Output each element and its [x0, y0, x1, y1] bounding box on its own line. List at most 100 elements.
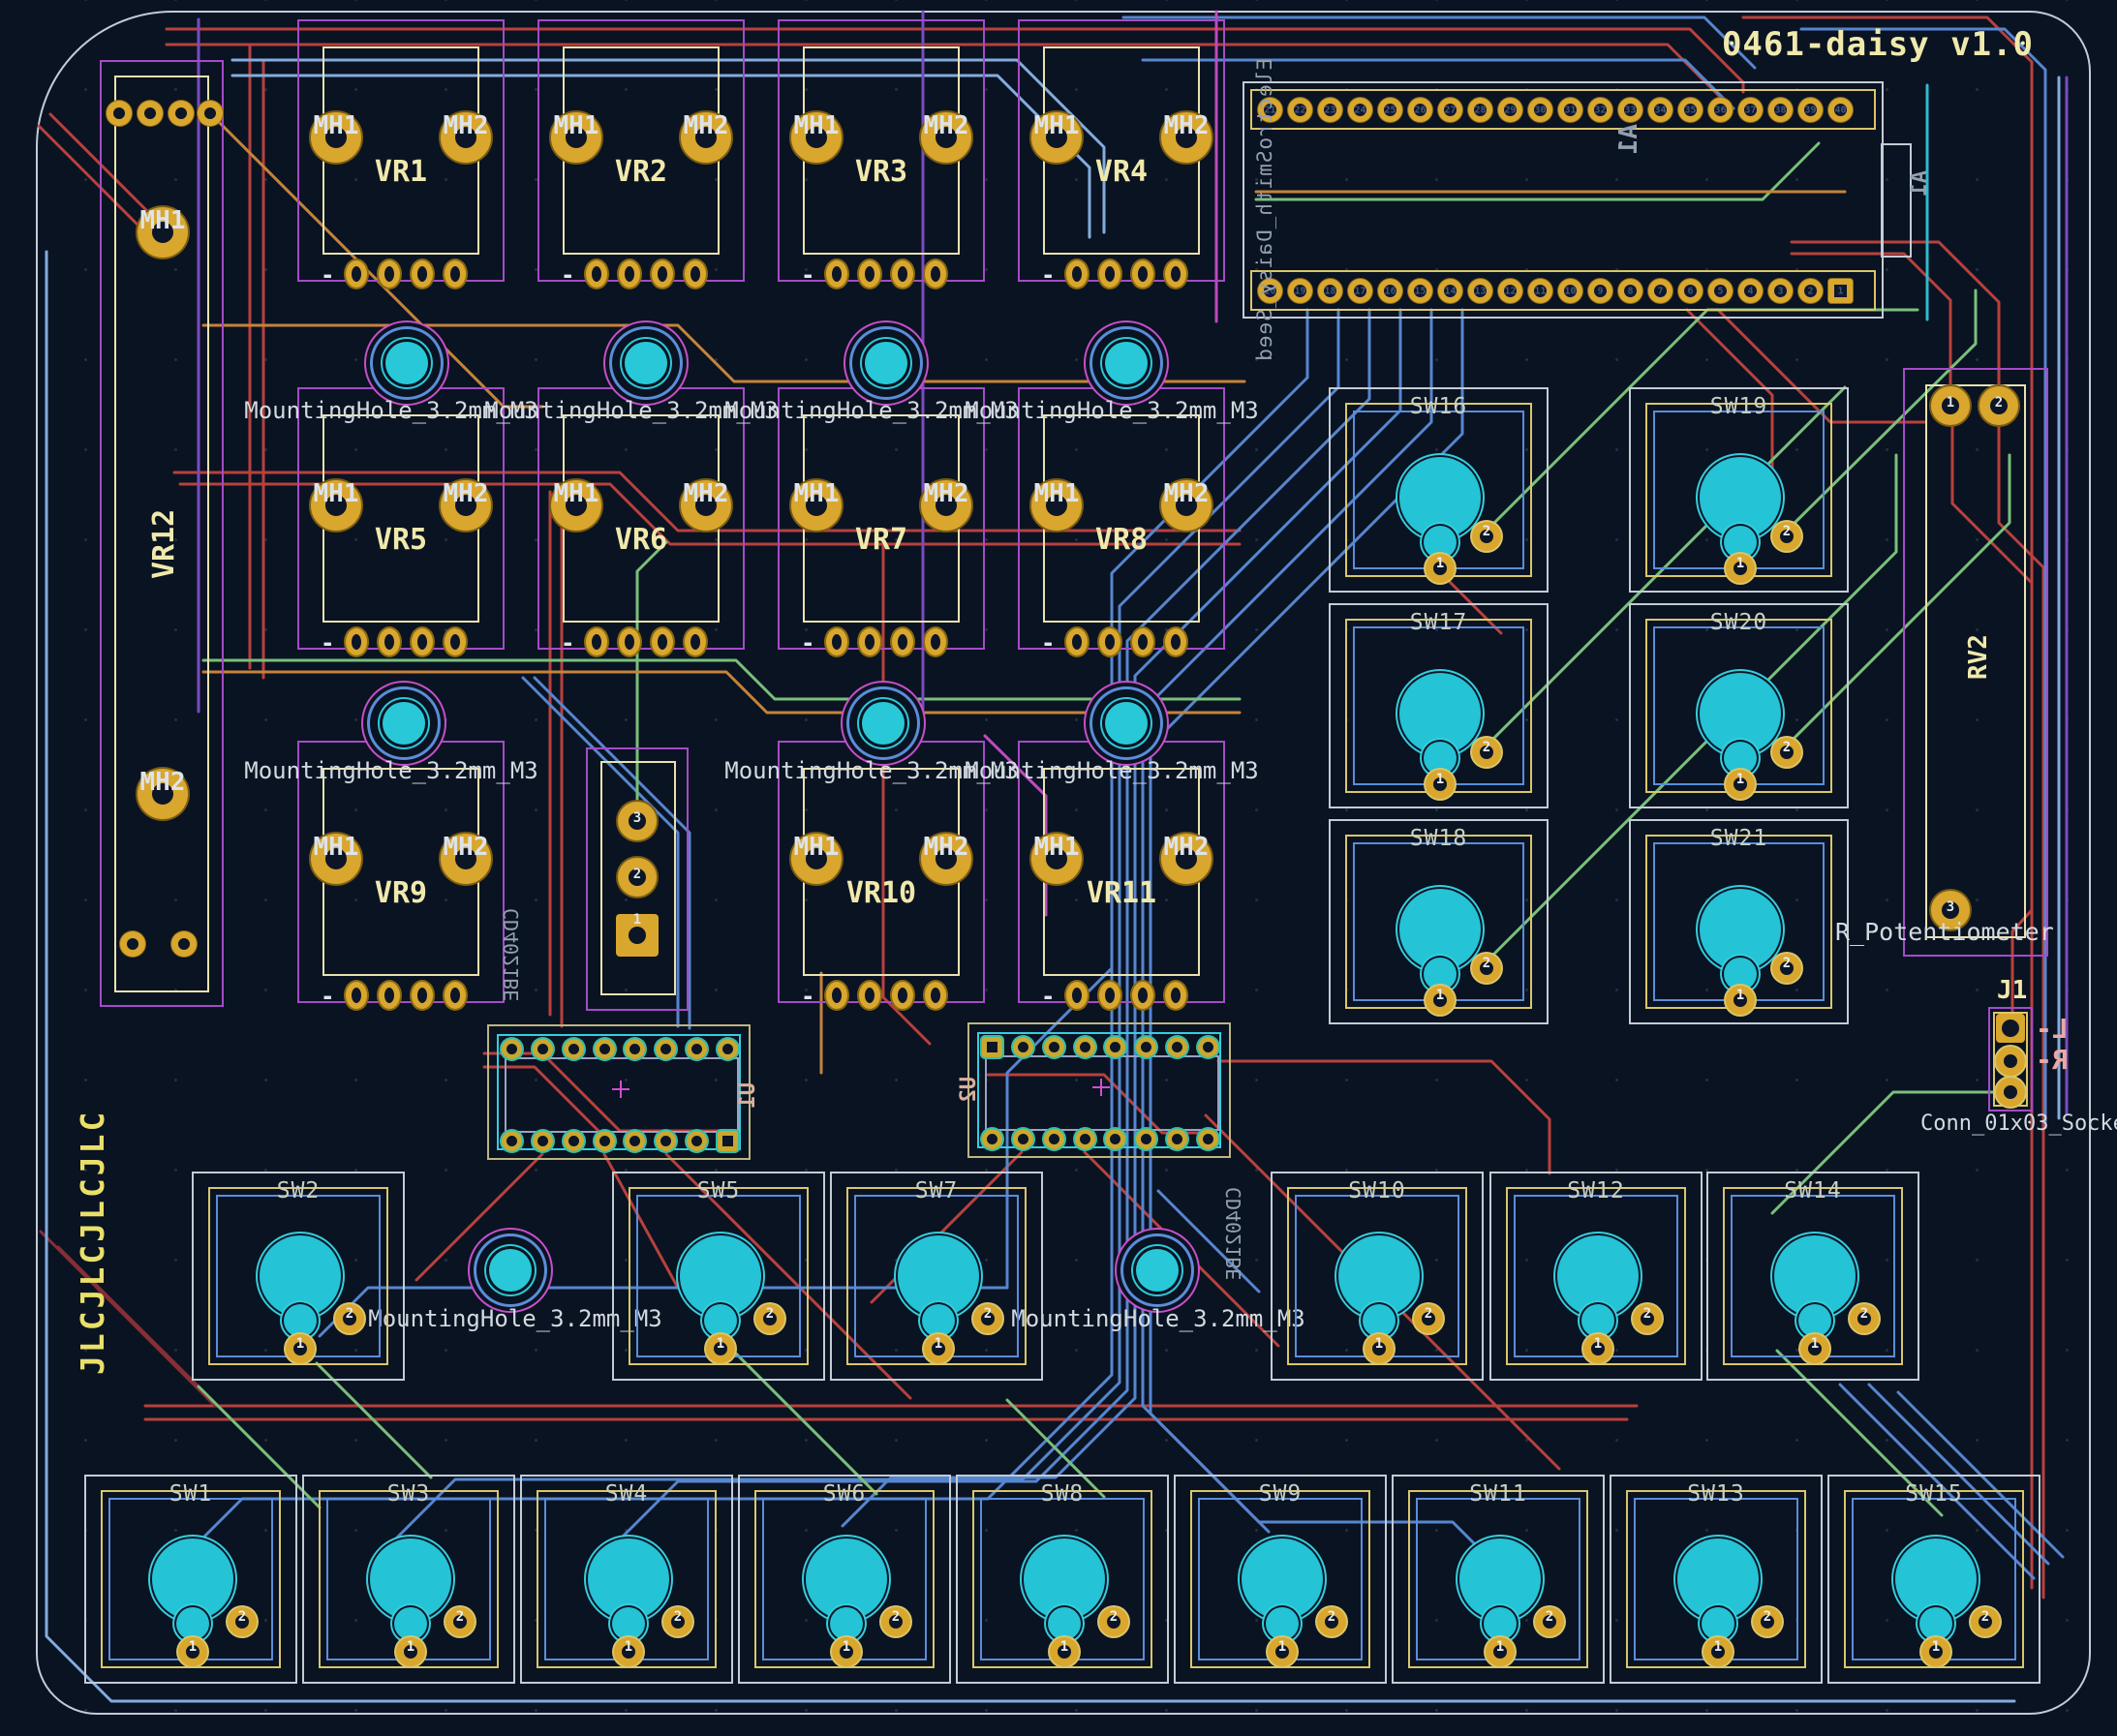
switch-sw4[interactable]: SW4 1 2 [520, 1475, 733, 1684]
pad-number: 12 [1504, 286, 1516, 296]
pin1-marker: - [561, 261, 574, 289]
pcb-canvas[interactable]: 0461-daisy v1.0 MH1 MH2 VR12 JLCJLCJLCJL… [0, 0, 2117, 1736]
switch-sw17[interactable]: SW17 1 2 [1329, 603, 1549, 808]
vr12-ref-label: VR12 [147, 509, 181, 579]
switch-sw18[interactable]: SW18 1 2 [1329, 819, 1549, 1024]
switch-pad-2: 2 [881, 1607, 910, 1636]
switch-sw2[interactable]: SW2 1 2 [192, 1172, 405, 1381]
mounting-hole [383, 702, 425, 745]
socket-pad: 19 [1288, 279, 1312, 303]
j1-r-label: R- [2036, 1044, 2069, 1076]
switch-plate-notch [1363, 1304, 1396, 1337]
daisy-seed-socket[interactable]: 21 22 23 24 25 26 27 28 29 30 31 32 33 3… [1243, 81, 1884, 319]
switch-pad-1: 1 [1426, 770, 1455, 799]
switch-pad-1: 1 [178, 1637, 207, 1666]
pad-number: 3 [633, 810, 641, 826]
switch-sw21[interactable]: SW21 1 2 [1629, 819, 1849, 1024]
switch-pad-1: 1 [1426, 554, 1455, 583]
page-title: 0461-daisy v1.0 [1714, 25, 2034, 64]
mounting-hole-label: MountingHole_3.2mm_M3 [908, 397, 1315, 424]
vr2-footprint[interactable]: MH1 MH2 VR2 - [563, 46, 720, 255]
pad-number: 32 [1594, 105, 1606, 115]
mh2-label: MH2 [444, 479, 489, 508]
switch-ref-label: SW7 [832, 1178, 1041, 1203]
u2-value-label: CD4021BE [1222, 1187, 1245, 1280]
switch-sw12[interactable]: SW12 1 2 [1489, 1172, 1703, 1381]
switch-sw16[interactable]: SW16 1 2 [1329, 387, 1549, 593]
pad-number: 1 [1436, 556, 1444, 571]
mh2-label: MH2 [684, 479, 729, 508]
socket-pad: 35 [1678, 98, 1703, 122]
vr-ref-label: VR8 [1045, 523, 1198, 557]
mh2-label: MH2 [444, 111, 489, 140]
vr12-mh1-label: MH1 [140, 206, 186, 235]
j1-ref-label: J1 [1997, 976, 2027, 1005]
pad-number: 1 [1811, 1336, 1819, 1352]
socket-pad: 3 [1768, 279, 1793, 303]
socket-pad: 39 [1798, 98, 1823, 122]
switch-sw8[interactable]: SW8 1 2 [956, 1475, 1169, 1684]
vr5-footprint[interactable]: MH1 MH2 VR5 - [322, 414, 479, 623]
switch-sw14[interactable]: SW14 1 2 [1706, 1172, 1919, 1381]
pad-number: 1 [1736, 772, 1744, 787]
switch-sw1[interactable]: SW1 1 2 [84, 1475, 297, 1684]
mh2-label: MH2 [924, 479, 969, 508]
switch-sw7[interactable]: SW7 1 2 [830, 1172, 1043, 1381]
vr6-footprint[interactable]: MH1 MH2 VR6 - [563, 414, 720, 623]
socket-pad: 4 [1738, 279, 1763, 303]
vr-pin-row [346, 628, 466, 655]
mh1-label: MH1 [554, 479, 599, 508]
pad-number: 2 [892, 1609, 900, 1625]
pad-number: 1 [717, 1336, 724, 1352]
switch-sw5[interactable]: SW5 1 2 [612, 1172, 825, 1381]
jack-pad-3: 3 [618, 802, 657, 840]
switch-sw19[interactable]: SW19 1 2 [1629, 387, 1849, 593]
switch-sw3[interactable]: SW3 1 2 [302, 1475, 515, 1684]
vr4-footprint[interactable]: MH1 MH2 VR4 - [1043, 46, 1200, 255]
vr10-footprint[interactable]: MH1 MH2 VR10 - [803, 768, 960, 976]
u2-ic-socket[interactable] [967, 1022, 1231, 1158]
vr1-footprint[interactable]: MH1 MH2 VR1 - [322, 46, 479, 255]
switch-sw6[interactable]: SW6 1 2 [738, 1475, 951, 1684]
pad-number: 2 [1546, 1609, 1553, 1625]
switch-sw15[interactable]: SW15 1 2 [1827, 1475, 2040, 1684]
switch-plate-notch [1919, 1607, 1952, 1640]
socket-ref-label: A1 [1614, 124, 1643, 154]
mh1-label: MH1 [314, 833, 359, 862]
switch-pad-1: 1 [286, 1334, 315, 1363]
vr11-footprint[interactable]: MH1 MH2 VR11 - [1043, 768, 1200, 976]
vr3-footprint[interactable]: MH1 MH2 VR3 - [803, 46, 960, 255]
switch-sw13[interactable]: SW13 1 2 [1610, 1475, 1823, 1684]
mh2-label: MH2 [924, 111, 969, 140]
socket-pad: 13 [1468, 279, 1492, 303]
vr9-footprint[interactable]: MH1 MH2 VR9 - [322, 768, 479, 976]
socket-pad: 28 [1468, 98, 1492, 122]
switch-plate-notch [704, 1304, 737, 1337]
switch-pad-2: 2 [1772, 738, 1801, 767]
pad-number: 2 [1783, 524, 1791, 539]
switch-sw20[interactable]: SW20 1 2 [1629, 603, 1849, 808]
pad-number: 28 [1474, 105, 1486, 115]
rv2-pad-1: 1 [1931, 386, 1970, 425]
vr12-pad [169, 101, 194, 126]
pad-number: 2 [1483, 956, 1490, 971]
pad-number: 17 [1354, 286, 1365, 296]
switch-sw9[interactable]: SW9 1 2 [1174, 1475, 1387, 1684]
vr7-footprint[interactable]: MH1 MH2 VR7 - [803, 414, 960, 623]
pad-number: 8 [1627, 286, 1633, 296]
u1-ic-socket[interactable] [487, 1024, 751, 1160]
mh1-label: MH1 [554, 111, 599, 140]
switch-pad-2: 2 [1753, 1607, 1782, 1636]
vr12-mh2-label: MH2 [140, 768, 186, 797]
mh1-label: MH1 [794, 479, 840, 508]
switch-sw11[interactable]: SW11 1 2 [1392, 1475, 1605, 1684]
mounting-hole [1136, 1249, 1179, 1292]
switch-ref-label: SW9 [1176, 1481, 1385, 1507]
pad-number: 36 [1714, 105, 1726, 115]
vr12-pad [120, 931, 145, 957]
vr-ref-label: VR1 [324, 155, 477, 189]
switch-ref-label: SW1 [86, 1481, 295, 1507]
switch-sw10[interactable]: SW10 1 2 [1271, 1172, 1484, 1381]
vr8-footprint[interactable]: MH1 MH2 VR8 - [1043, 414, 1200, 623]
socket-pad-1: 1 [1828, 279, 1853, 303]
